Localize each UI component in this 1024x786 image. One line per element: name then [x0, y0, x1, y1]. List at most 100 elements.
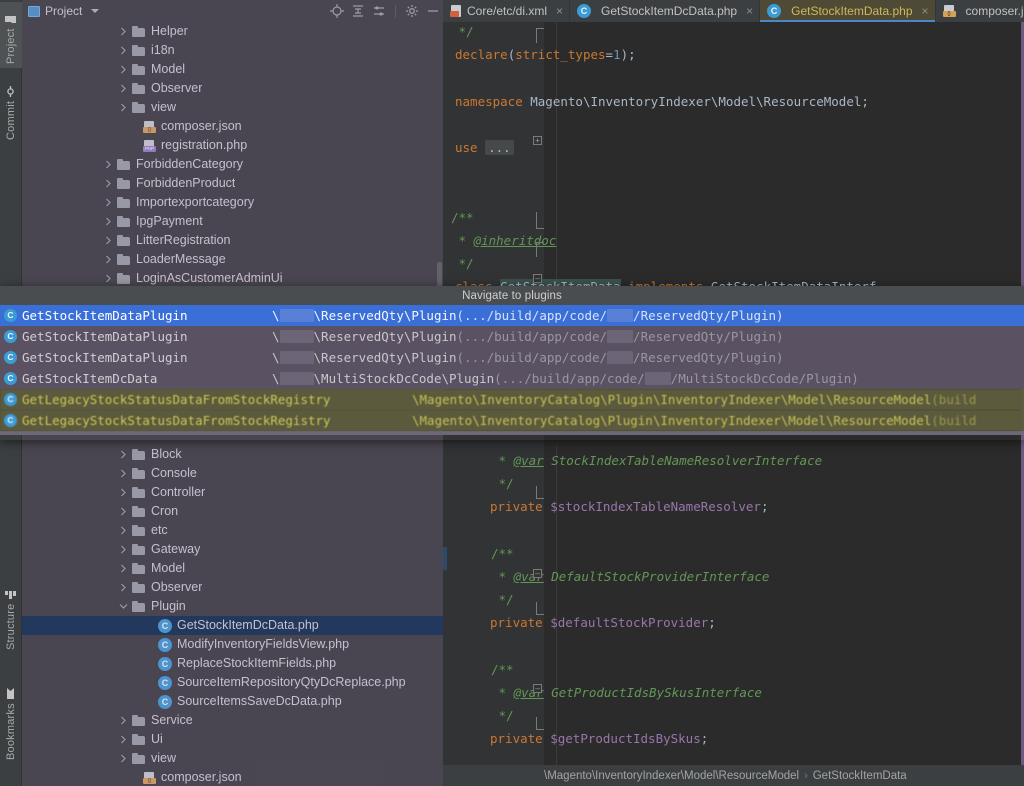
gear-icon[interactable] — [405, 4, 419, 18]
expand-settings-icon[interactable] — [372, 4, 386, 18]
fold-bracket-icon[interactable] — [536, 242, 544, 257]
fold-bracket-icon[interactable] — [536, 212, 544, 229]
popup-row-list[interactable]: CGetStockItemDataPlugin\\ReservedQty\Plu… — [0, 305, 1024, 431]
editor-tab[interactable]: composer.json — [936, 0, 1024, 22]
sidebar-item-structure[interactable]: Structure — [0, 576, 22, 654]
collapse-all-icon[interactable] — [351, 4, 365, 18]
tree-row[interactable]: CReplaceStockItemFields.php — [22, 654, 443, 673]
tree-row[interactable]: CGetStockItemDcData.php — [22, 616, 443, 635]
tree-row[interactable]: composer.json — [22, 768, 443, 786]
tree-row[interactable]: CModifyInventoryFieldsView.php — [22, 635, 443, 654]
tree-row[interactable]: Gateway — [22, 540, 443, 559]
chevron-right-icon[interactable] — [118, 79, 128, 98]
chevron-right-icon[interactable] — [103, 193, 113, 212]
close-icon[interactable]: × — [556, 5, 563, 17]
tree-row[interactable]: Console — [22, 464, 443, 483]
tree-row[interactable]: Block — [22, 445, 443, 464]
popup-plugin-row[interactable]: CGetStockItemDataPlugin\\ReservedQty\Plu… — [0, 326, 1024, 347]
fold-bracket-icon[interactable] — [536, 717, 544, 730]
chevron-right-icon[interactable] — [118, 98, 128, 117]
tree-row[interactable]: composer.json — [22, 117, 443, 136]
sidebar-item-bookmarks[interactable]: Bookmarks — [0, 678, 22, 764]
tree-row[interactable]: CSourceItemsSaveDcData.php — [22, 692, 443, 711]
fold-collapse-icon[interactable]: – — [533, 274, 542, 283]
tree-row[interactable]: view — [22, 98, 443, 117]
fold-collapse-icon[interactable]: – — [533, 569, 542, 578]
fold-bracket-icon[interactable] — [536, 602, 544, 615]
tree-row[interactable]: Model — [22, 559, 443, 578]
tree-row[interactable]: Cron — [22, 502, 443, 521]
popup-plugin-row[interactable]: CGetStockItemDataPlugin\\ReservedQty\Plu… — [0, 347, 1024, 368]
folder-icon — [132, 487, 146, 498]
fold-expand-icon[interactable]: + — [533, 136, 542, 145]
chevron-right-icon[interactable] — [118, 521, 128, 540]
page-title: Project — [45, 4, 82, 18]
chevron-right-icon[interactable] — [118, 483, 128, 502]
tree-row[interactable]: Observer — [22, 79, 443, 98]
chevron-right-icon[interactable] — [103, 155, 113, 174]
chevron-right-icon[interactable] — [103, 231, 113, 250]
tree-row[interactable]: CSourceItemRepositoryQtyDcReplace.php — [22, 673, 443, 692]
chevron-right-icon[interactable] — [118, 540, 128, 559]
php-class-icon: C — [158, 638, 172, 652]
tree-row[interactable]: ForbiddenProduct — [22, 174, 443, 193]
chevron-right-icon[interactable] — [118, 22, 128, 41]
chevron-right-icon[interactable] — [118, 41, 128, 60]
popup-plugin-row[interactable]: CGetStockItemDataPlugin\\ReservedQty\Plu… — [0, 305, 1024, 326]
chevron-down-icon[interactable] — [118, 597, 128, 616]
tree-row[interactable]: IpgPayment — [22, 212, 443, 231]
locate-target-icon[interactable] — [330, 4, 344, 18]
tree-row[interactable]: Service — [22, 711, 443, 730]
breadcrumb-namespace[interactable]: \Magento\InventoryIndexer\Model\Resource… — [544, 770, 799, 782]
editor-tab[interactable]: Core/etc/di.xml× — [443, 0, 570, 22]
chevron-right-icon[interactable] — [118, 711, 128, 730]
popup-plugin-row[interactable]: CGetLegacyStockStatusDataFromStockRegist… — [0, 410, 1024, 431]
tree-row[interactable]: view — [22, 749, 443, 768]
chevron-right-icon[interactable] — [118, 502, 128, 521]
fold-bracket-icon[interactable] — [536, 28, 544, 43]
sidebar-item-label: Structure — [5, 604, 17, 650]
chevron-right-icon[interactable] — [103, 250, 113, 269]
chevron-right-icon[interactable] — [103, 174, 113, 193]
chevron-right-icon[interactable] — [118, 578, 128, 597]
chevron-right-icon[interactable] — [118, 60, 128, 79]
minimize-icon[interactable] — [426, 4, 440, 18]
tree-row[interactable]: ForbiddenCategory — [22, 155, 443, 174]
tree-row[interactable]: Observer — [22, 578, 443, 597]
chevron-down-icon[interactable] — [91, 9, 99, 13]
close-icon[interactable]: × — [922, 5, 929, 17]
sidebar-item-commit[interactable]: Commit — [0, 74, 22, 144]
breadcrumb-separator-icon: › — [804, 770, 808, 782]
chevron-right-icon[interactable] — [118, 749, 128, 768]
chevron-right-icon[interactable] — [118, 730, 128, 749]
tree-row[interactable]: LitterRegistration — [22, 231, 443, 250]
tree-row-label: Gateway — [151, 540, 200, 559]
breadcrumb-class[interactable]: GetStockItemData — [813, 770, 907, 782]
tree-row[interactable]: Plugin — [22, 597, 443, 616]
popup-plugin-row[interactable]: CGetStockItemDcData\\MultiStockDcCode\Pl… — [0, 368, 1024, 389]
fold-bracket-icon[interactable] — [536, 486, 544, 499]
tree-row[interactable]: i18n — [22, 41, 443, 60]
tree-row[interactable]: etc — [22, 521, 443, 540]
sidebar-item-project[interactable]: Project — [0, 2, 22, 68]
tree-row[interactable]: LoaderMessage — [22, 250, 443, 269]
chevron-right-icon[interactable] — [118, 559, 128, 578]
tree-row[interactable]: Helper — [22, 22, 443, 41]
tree-row[interactable]: Importexportcategory — [22, 193, 443, 212]
tree-row[interactable]: Controller — [22, 483, 443, 502]
chevron-right-icon[interactable] — [103, 212, 113, 231]
breadcrumb[interactable]: \Magento\InventoryIndexer\Model\Resource… — [443, 770, 907, 782]
chevron-right-icon[interactable] — [118, 445, 128, 464]
popup-plugin-row[interactable]: CGetLegacyStockStatusDataFromStockRegist… — [0, 389, 1024, 410]
editor-tab[interactable]: CGetStockItemDcData.php× — [570, 0, 760, 22]
fold-collapse-icon[interactable]: – — [533, 684, 542, 693]
redacted-vendor-name — [280, 309, 314, 322]
project-title-button[interactable]: Project — [26, 4, 99, 18]
tree-row[interactable]: Model — [22, 60, 443, 79]
tree-row[interactable]: Ui — [22, 730, 443, 749]
close-icon[interactable]: × — [746, 5, 753, 17]
tree-row[interactable]: registration.php — [22, 136, 443, 155]
plugin-class-name: GetLegacyStockStatusDataFromStockRegistr… — [22, 392, 412, 407]
chevron-right-icon[interactable] — [118, 464, 128, 483]
editor-tab[interactable]: CGetStockItemData.php× — [760, 0, 935, 22]
